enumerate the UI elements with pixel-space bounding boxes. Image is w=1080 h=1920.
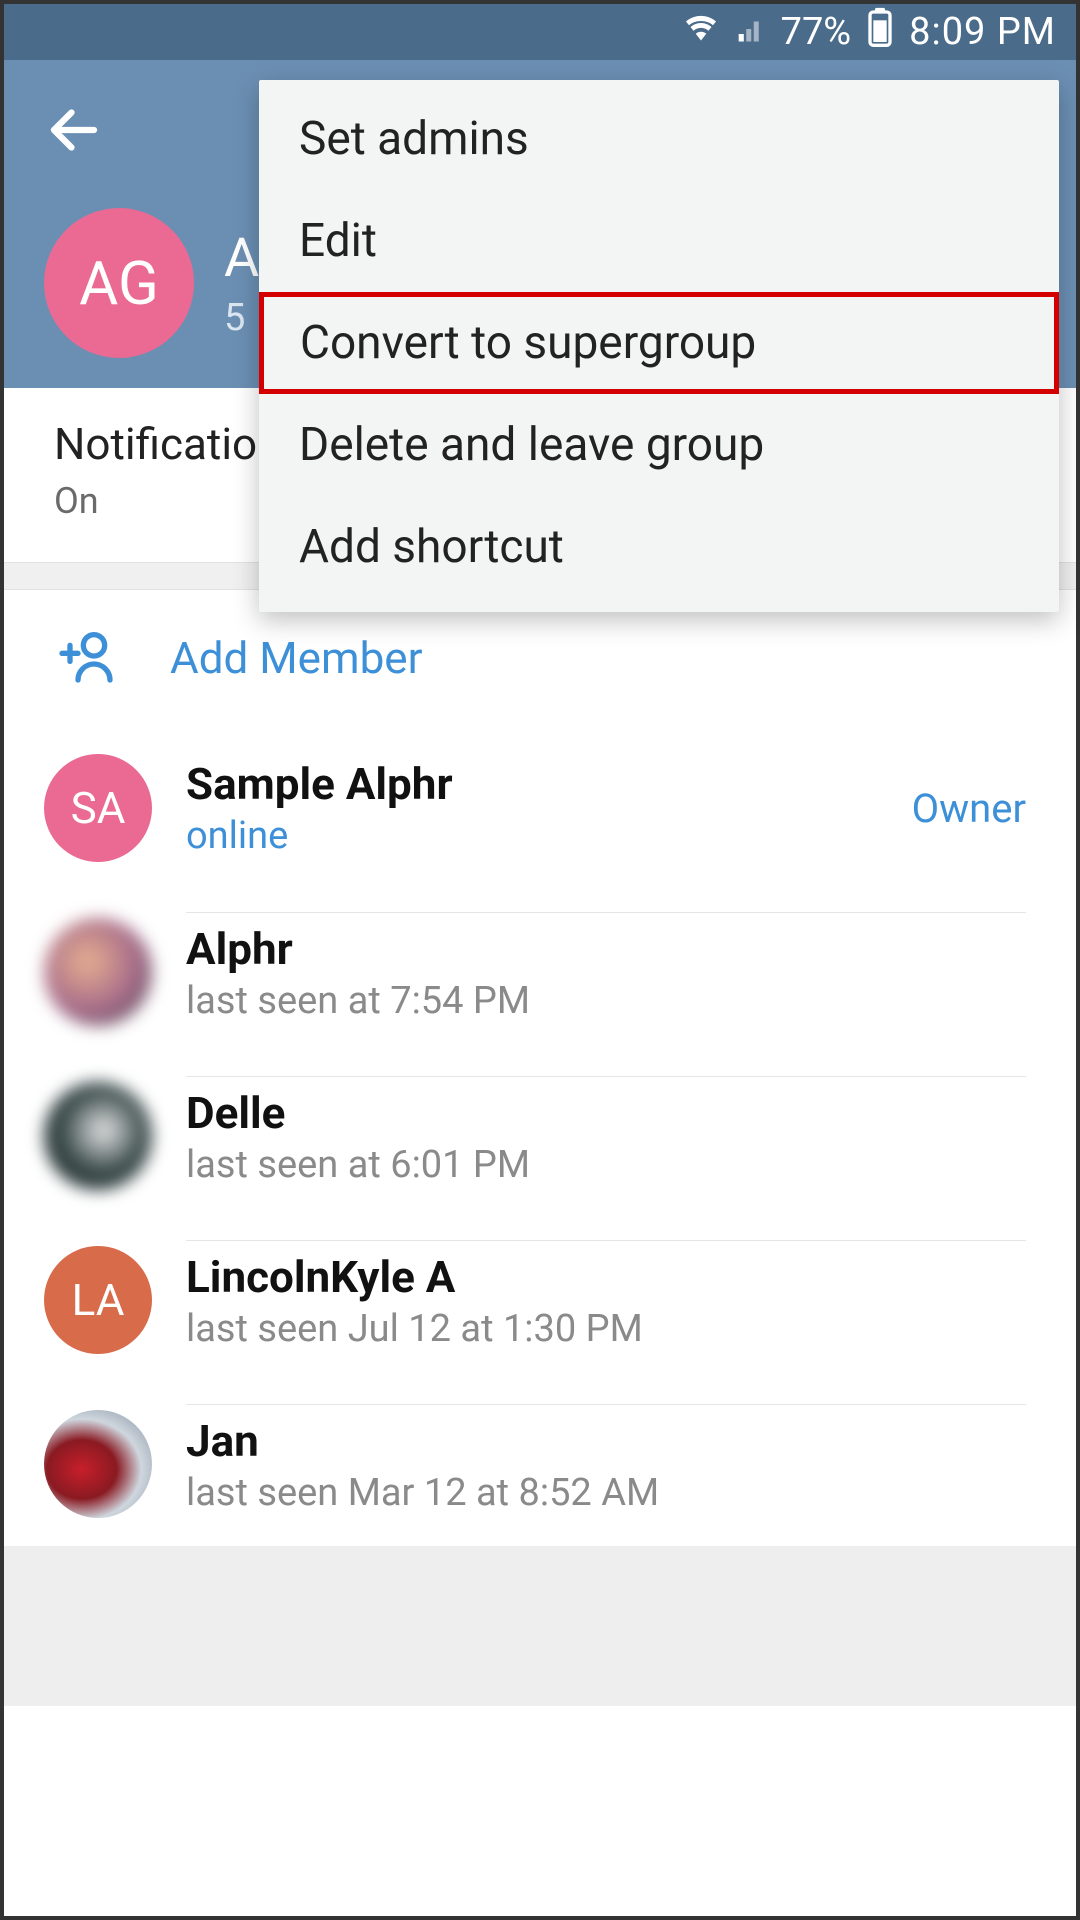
- member-avatar: LA: [44, 1246, 152, 1354]
- member-name: Jan: [186, 1415, 659, 1467]
- menu-item-set-admins[interactable]: Set admins: [259, 88, 1059, 190]
- clock: 8:09 PM: [909, 10, 1056, 54]
- member-avatar: [44, 1082, 152, 1190]
- add-member-icon: [54, 624, 118, 692]
- menu-item-convert-to-supergroup[interactable]: Convert to supergroup: [259, 292, 1059, 394]
- group-title: A: [224, 227, 259, 290]
- group-avatar[interactable]: AG: [44, 208, 194, 358]
- member-name: Alphr: [186, 923, 530, 975]
- options-menu: Set adminsEditConvert to supergroupDelet…: [259, 80, 1059, 612]
- empty-space: [4, 1546, 1076, 1706]
- status-bar: 77% 8:09 PM: [4, 4, 1076, 60]
- add-member-label: Add Member: [170, 632, 423, 684]
- member-name: Delle: [186, 1087, 530, 1139]
- member-status: last seen at 6:01 PM: [186, 1143, 530, 1187]
- member-avatar: SA: [44, 754, 152, 862]
- member-avatar: [44, 918, 152, 1026]
- member-row[interactable]: Dellelast seen at 6:01 PM: [4, 1054, 1076, 1218]
- back-button[interactable]: [44, 100, 104, 160]
- member-row[interactable]: LA LincolnKyle Alast seen Jul 12 at 1:30 …: [4, 1218, 1076, 1382]
- menu-item-delete-and-leave-group[interactable]: Delete and leave group: [259, 394, 1059, 496]
- battery-icon: [867, 7, 893, 57]
- member-role: Owner: [912, 785, 1026, 832]
- member-name: Sample Alphr: [186, 758, 453, 810]
- battery-percentage: 77%: [781, 10, 852, 54]
- menu-item-edit[interactable]: Edit: [259, 190, 1059, 292]
- member-row[interactable]: SA Sample Alphronline Owner: [4, 726, 1076, 890]
- member-status: last seen at 7:54 PM: [186, 979, 530, 1023]
- menu-item-add-shortcut[interactable]: Add shortcut: [259, 496, 1059, 598]
- group-subtitle: 5: [224, 296, 259, 340]
- member-status: last seen Jul 12 at 1:30 PM: [186, 1307, 643, 1351]
- member-name: LincolnKyle A: [186, 1251, 643, 1303]
- member-status: last seen Mar 12 at 8:52 AM: [186, 1471, 659, 1515]
- wifi-icon: [683, 9, 719, 55]
- member-avatar: [44, 1410, 152, 1518]
- member-status: online: [186, 814, 453, 858]
- member-row[interactable]: Alphrlast seen at 7:54 PM: [4, 890, 1076, 1054]
- signal-icon: [735, 10, 765, 54]
- members-list: SASample AlphronlineOwnerAlphrlast seen …: [4, 726, 1076, 1546]
- member-row[interactable]: Janlast seen Mar 12 at 8:52 AM: [4, 1382, 1076, 1546]
